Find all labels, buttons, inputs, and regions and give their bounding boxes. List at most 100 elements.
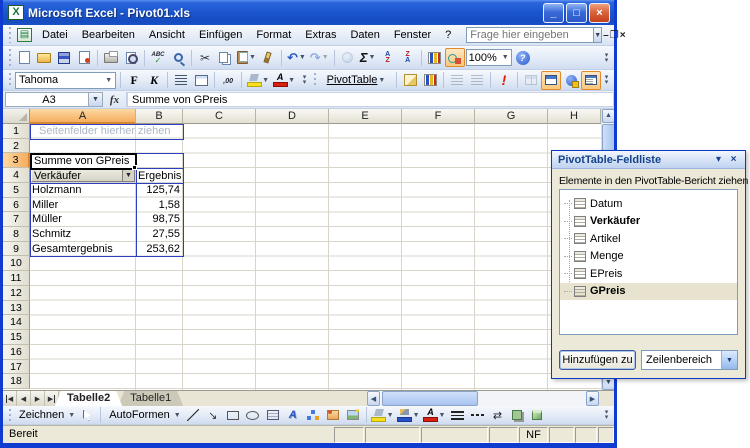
center-align-icon[interactable]: [171, 71, 191, 90]
name-box[interactable]: A3: [5, 92, 89, 107]
row-header[interactable]: 15: [3, 330, 30, 345]
cell-a5[interactable]: Holzmann: [32, 183, 135, 197]
cell-a9[interactable]: Gesamtergebnis: [32, 242, 135, 256]
close-button[interactable]: ×: [589, 3, 610, 23]
cells-area[interactable]: Seitenfelder hierher ziehen Summe von GP…: [30, 124, 614, 390]
cell-b5[interactable]: 125,74: [136, 183, 183, 197]
fill-color-icon[interactable]: ▼: [245, 71, 271, 90]
format-painter-icon[interactable]: [258, 48, 278, 67]
arrow-style-icon[interactable]: [487, 406, 507, 425]
refresh-data-icon[interactable]: [494, 71, 514, 90]
column-header-g[interactable]: G: [475, 109, 548, 124]
combo-dropdown-icon[interactable]: ▼: [721, 351, 737, 369]
wordart-icon[interactable]: [283, 406, 303, 425]
minimize-button[interactable]: _: [543, 3, 564, 23]
add-to-button[interactable]: Hinzufügen zu: [559, 350, 636, 370]
insert-function-icon[interactable]: fx: [103, 92, 127, 107]
menu-datei[interactable]: Datei: [35, 27, 75, 43]
redo-icon[interactable]: ▼: [308, 48, 331, 67]
new-document-icon[interactable]: [14, 48, 34, 67]
cell-a1[interactable]: Seitenfelder hierher ziehen: [30, 124, 184, 139]
decrease-decimal-icon[interactable]: [218, 71, 238, 90]
row-header[interactable]: 8: [3, 227, 30, 242]
help-icon[interactable]: ?: [513, 48, 533, 67]
clip-art-icon[interactable]: [323, 406, 343, 425]
toolbar-grip[interactable]: [7, 49, 12, 66]
first-sheet-icon[interactable]: ◀: [3, 391, 17, 406]
zeichnen-menu[interactable]: Zeichnen▼: [14, 406, 77, 425]
rectangle-icon[interactable]: [223, 406, 243, 425]
sort-ascending-icon[interactable]: AZ: [378, 48, 398, 67]
menu-bearbeiten[interactable]: Bearbeiten: [75, 27, 142, 43]
open-icon[interactable]: [34, 48, 54, 67]
oval-icon[interactable]: [243, 406, 263, 425]
cell-b4[interactable]: Ergebnis: [138, 169, 183, 183]
show-detail-icon[interactable]: [467, 71, 487, 90]
cell-a8[interactable]: Schmitz: [32, 227, 135, 241]
save-icon[interactable]: [54, 48, 74, 67]
row-header[interactable]: 2: [3, 139, 30, 154]
select-all-corner[interactable]: [3, 109, 30, 124]
undo-icon[interactable]: ▼: [285, 48, 308, 67]
line-icon[interactable]: [183, 406, 203, 425]
zoom-combo[interactable]: 100%▼: [466, 49, 512, 66]
maximize-button[interactable]: □: [566, 3, 587, 23]
doc-minimize-button[interactable]: –: [603, 30, 609, 41]
resize-grip[interactable]: [598, 427, 614, 443]
row-header[interactable]: 9: [3, 242, 30, 257]
cut-icon[interactable]: [195, 48, 215, 67]
column-header-d[interactable]: D: [256, 109, 329, 124]
horizontal-scroll-track[interactable]: [380, 391, 586, 406]
text-box-icon[interactable]: [263, 406, 283, 425]
doc-close-button[interactable]: ×: [620, 30, 626, 41]
select-objects-icon[interactable]: [77, 406, 97, 425]
cell-a3-selected[interactable]: Summe von GPreis: [30, 153, 137, 170]
field-dropdown-icon[interactable]: ▼: [122, 170, 134, 181]
toolbar-options-icon[interactable]: ▾▾: [601, 71, 612, 89]
menu-format[interactable]: Format: [249, 27, 298, 43]
show-field-list-icon[interactable]: [581, 71, 601, 90]
pivottable-menu[interactable]: PivotTable▼: [319, 71, 393, 90]
drawing-icon[interactable]: [445, 48, 465, 67]
question-dropdown-icon[interactable]: ▼: [594, 27, 602, 43]
print-preview-icon[interactable]: [121, 48, 141, 67]
toolbar-options-icon[interactable]: ▾▾: [601, 407, 612, 423]
toolbar-options-icon[interactable]: ▾▾: [299, 71, 310, 89]
row-header[interactable]: 14: [3, 315, 30, 330]
sort-descending-icon[interactable]: ZA: [398, 48, 418, 67]
doc-restore-button[interactable]: ❐: [610, 30, 619, 41]
cell-a7[interactable]: Müller: [32, 212, 135, 226]
menu-ansicht[interactable]: Ansicht: [142, 27, 192, 43]
formula-input[interactable]: Summe von GPreis: [127, 92, 614, 107]
column-header-c[interactable]: C: [183, 109, 256, 124]
field-item-verkaeufer[interactable]: Verkäufer: [560, 213, 737, 231]
toolbar-grip[interactable]: [7, 409, 12, 422]
scroll-right-icon[interactable]: ▶: [586, 391, 599, 406]
scroll-left-icon[interactable]: ◀: [367, 391, 380, 406]
autoformen-menu[interactable]: AutoFormen▼: [104, 406, 182, 425]
row-header[interactable]: 6: [3, 198, 30, 213]
arrow-icon[interactable]: [203, 406, 223, 425]
copy-icon[interactable]: [215, 48, 235, 67]
permission-icon[interactable]: [74, 48, 94, 67]
chart-wizard-icon[interactable]: [420, 71, 440, 90]
shadow-style-icon[interactable]: [507, 406, 527, 425]
field-item-menge[interactable]: Menge: [560, 248, 737, 266]
cell-a6[interactable]: Miller: [32, 198, 135, 212]
field-item-gpreis[interactable]: GPreis: [560, 283, 737, 301]
format-report-icon[interactable]: [400, 71, 420, 90]
verkaeufer-field-button[interactable]: Verkäufer ▼: [31, 169, 135, 182]
prev-sheet-icon[interactable]: ◀: [17, 391, 31, 406]
italic-icon[interactable]: K: [144, 71, 164, 90]
research-icon[interactable]: [168, 48, 188, 67]
horizontal-scrollbar[interactable]: ◀ ▶: [367, 391, 599, 406]
row-header[interactable]: 10: [3, 256, 30, 271]
cell-b8[interactable]: 27,55: [136, 227, 183, 241]
menu-einfuegen[interactable]: Einfügen: [192, 27, 249, 43]
menu-daten[interactable]: Daten: [343, 27, 386, 43]
cell-b6[interactable]: 1,58: [136, 198, 183, 212]
toolbar-grip[interactable]: [312, 73, 317, 87]
horizontal-scroll-thumb[interactable]: [382, 391, 478, 406]
toolbar-grip[interactable]: [7, 27, 12, 43]
menu-fenster[interactable]: Fenster: [387, 27, 438, 43]
